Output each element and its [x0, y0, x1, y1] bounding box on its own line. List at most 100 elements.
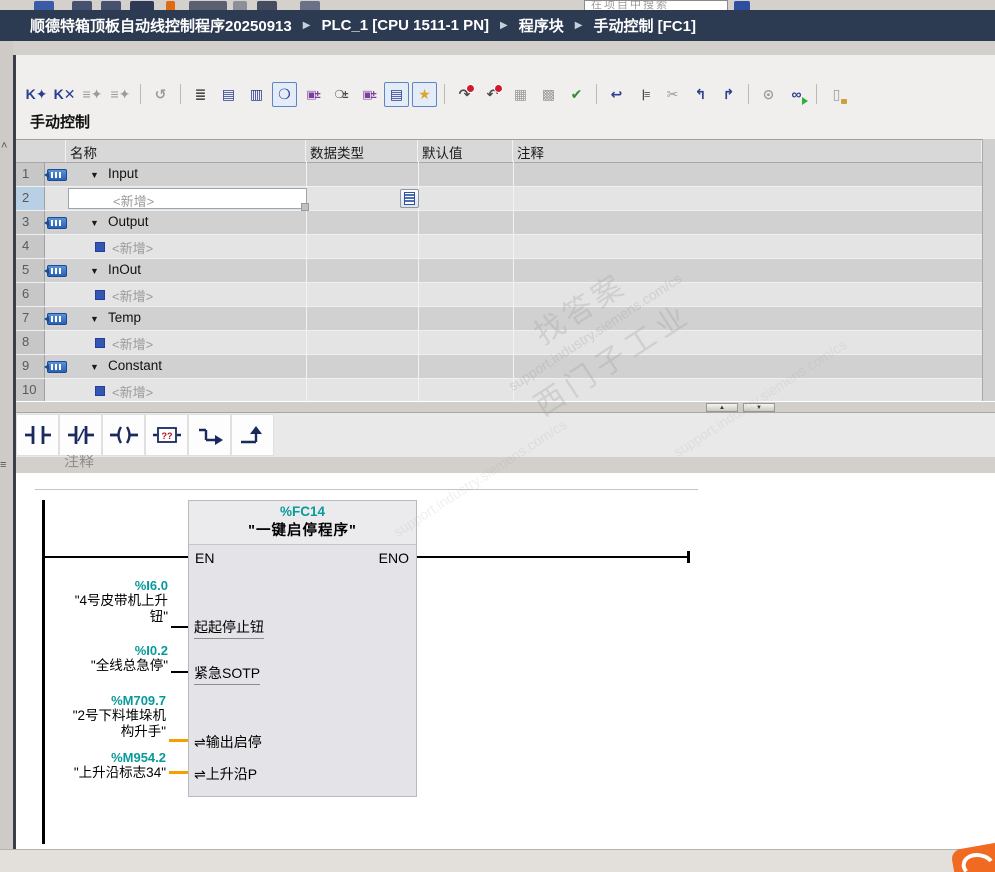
search-button-icon[interactable] [734, 1, 750, 10]
column-header-default[interactable]: 默认值 [418, 140, 513, 162]
open-branch-button[interactable] [188, 414, 231, 456]
name-edit-cell[interactable]: <新增> [68, 188, 309, 211]
block-name[interactable]: "一键启停程序" [189, 519, 416, 540]
collapse-pane-icon[interactable]: ˄ [1, 140, 7, 152]
insert-operand-icon[interactable]: ∣≡ [632, 82, 657, 107]
toolbar-fragment-icon[interactable] [72, 1, 92, 10]
comment-visibility-icon[interactable]: ❍± [328, 82, 353, 107]
collapse-triangle-icon[interactable]: ▼ [90, 362, 99, 372]
block-operand[interactable]: %FC14 [189, 504, 416, 519]
table-row-input[interactable]: 1 ▼ Input [16, 163, 995, 187]
close-branch-button[interactable] [231, 414, 274, 456]
block-title: 手动控制 [30, 114, 91, 131]
table-row-add-entry[interactable]: 4 <新增> [16, 235, 995, 259]
toolbar-fragment-icon[interactable] [233, 1, 247, 10]
empty-box-button[interactable]: ?? [145, 414, 188, 456]
left-pane-splitter[interactable]: ˄ ≡ [0, 41, 13, 849]
collapse-triangle-icon[interactable]: ▼ [90, 170, 99, 180]
breadcrumb-plc[interactable]: PLC_1 [CPU 1511-1 PN] [321, 17, 489, 34]
svg-text:??: ?? [161, 431, 172, 441]
pin-label-start-stop[interactable]: 起起停止钮 [194, 617, 264, 639]
status-bar [0, 841, 995, 872]
toggle-comments-icon[interactable]: ❍ [272, 81, 297, 107]
know-how-protection-icon[interactable]: ▯ [824, 82, 849, 107]
table-row-temp[interactable]: 7 ▼ Temp [16, 307, 995, 331]
sync-block-call-icon[interactable]: ▩ [536, 82, 561, 107]
toolbar-separator [140, 84, 141, 104]
table-row-add-entry[interactable]: 8 <新增> [16, 331, 995, 355]
find-replace-icon[interactable]: ⊙ [756, 82, 781, 107]
column-header-comment[interactable]: 注释 [513, 140, 982, 162]
symbol-visibility-icon[interactable]: ▣± [356, 82, 381, 107]
goto-prev-error-icon[interactable]: ↶ [480, 82, 505, 107]
pane-splitter[interactable]: ▲ ▼ [16, 401, 995, 413]
en-pin-label[interactable]: EN [195, 550, 214, 566]
collapse-networks-icon[interactable]: ▤ [216, 82, 241, 107]
breadcrumb-separator-icon: ▶ [500, 20, 508, 31]
table-row-add-entry[interactable]: 2 <新增> [16, 187, 995, 211]
insert-network-icon[interactable]: K✦ [24, 82, 49, 107]
absolute-operands-icon[interactable]: ▣± [300, 82, 325, 107]
network-comment[interactable]: 注释 [64, 455, 94, 470]
monitoring-icon[interactable]: ∞ [784, 82, 809, 107]
pin-wire-inout [169, 739, 188, 742]
operand-m709-7[interactable]: %M709.7 "2号下料堆垛机 构升手" [38, 693, 166, 739]
eno-pin-label[interactable]: ENO [379, 550, 409, 566]
breadcrumb-program-blocks[interactable]: 程序块 [519, 15, 564, 36]
splitter-down-button[interactable]: ▼ [743, 403, 775, 412]
prev-bookmark-icon[interactable]: ↰ [688, 82, 713, 107]
table-row-constant[interactable]: 9 ▼ Constant [16, 355, 995, 379]
branch-cross-icon[interactable]: ✂ [660, 82, 685, 107]
row-number: 4 [16, 235, 45, 258]
pin-label-emergency[interactable]: 紧急SOTP [194, 663, 261, 685]
table-row-inout[interactable]: 5 ▼ InOut [16, 259, 995, 283]
delete-network-icon[interactable]: K✕ [52, 82, 77, 107]
goto-next-error-icon[interactable]: ↷ [452, 82, 477, 107]
splitter-up-button[interactable]: ▲ [706, 403, 738, 412]
table-row-add-entry[interactable]: 6 <新增> [16, 283, 995, 307]
table-row-output[interactable]: 3 ▼ Output [16, 211, 995, 235]
operand-i0-2[interactable]: %I0.2 "全线总急停" [40, 643, 168, 674]
column-header-name[interactable]: 名称 [66, 140, 306, 162]
block-header[interactable]: %FC14 "一键启停程序" [189, 501, 416, 545]
breadcrumb-block[interactable]: 手动控制 [FC1] [593, 15, 696, 36]
operand-i6-0[interactable]: %I6.0 "4号皮带机上升 钮" [40, 578, 168, 624]
update-block-call-icon[interactable]: ▦ [508, 82, 533, 107]
consistency-check-icon[interactable]: ✔ [564, 82, 589, 107]
add-row-icon[interactable]: ≡✦ [108, 82, 133, 107]
open-networks-icon[interactable]: ▥ [244, 82, 269, 107]
next-bookmark-icon[interactable]: ↱ [716, 82, 741, 107]
toolbar-fragment-icon[interactable] [300, 1, 320, 10]
project-search-input[interactable]: 在项目中搜索 [584, 0, 728, 10]
collapse-triangle-icon[interactable]: ▼ [90, 314, 99, 324]
datatype-picker-button[interactable] [400, 189, 419, 208]
collapse-triangle-icon[interactable]: ▼ [90, 218, 99, 228]
table-row-add-entry[interactable]: 10 <新增> [16, 379, 995, 403]
project-search-text: 在项目中搜索 [591, 0, 669, 10]
expand-all-networks-icon[interactable]: ≣ [188, 82, 213, 107]
coil-button[interactable] [102, 414, 145, 456]
operand-m954-2[interactable]: %M954.2 "上升沿标志34" [38, 750, 166, 781]
nc-contact-button[interactable] [59, 414, 102, 456]
toolbar-fragment-icon[interactable] [166, 1, 175, 10]
toolbar-fragment-icon[interactable] [189, 1, 227, 10]
toolbar-fragment-icon[interactable] [34, 1, 54, 10]
goto-network-icon[interactable]: ↩ [604, 82, 629, 107]
pin-label-output-startstop[interactable]: ⇌输出启停 [194, 732, 262, 752]
splitter-handle-icon[interactable]: ≡ [0, 459, 7, 471]
toolbar-fragment-icon[interactable] [130, 1, 154, 10]
toolbar-fragment-icon[interactable] [101, 1, 121, 10]
cell-resize-grip[interactable] [301, 203, 309, 211]
pin-label-rising-edge[interactable]: ⇌上升沿P [194, 764, 257, 784]
fc14-call-block[interactable]: %FC14 "一键启停程序" EN ENO [188, 500, 417, 797]
favorites-toggle-icon[interactable]: ★ [412, 81, 437, 107]
no-contact-button[interactable] [16, 414, 59, 456]
insert-row-icon[interactable]: ≡✦ [80, 82, 105, 107]
reset-start-values-icon[interactable]: ↺ [148, 82, 173, 107]
collapse-triangle-icon[interactable]: ▼ [90, 266, 99, 276]
toolbar-separator [748, 84, 749, 104]
symbol-info-toggle-icon[interactable]: ▤ [384, 81, 409, 107]
toolbar-fragment-icon[interactable] [257, 1, 277, 10]
column-header-datatype[interactable]: 数据类型 [306, 140, 418, 162]
breadcrumb-project[interactable]: 顺德特箱顶板自动线控制程序20250913 [30, 15, 292, 36]
